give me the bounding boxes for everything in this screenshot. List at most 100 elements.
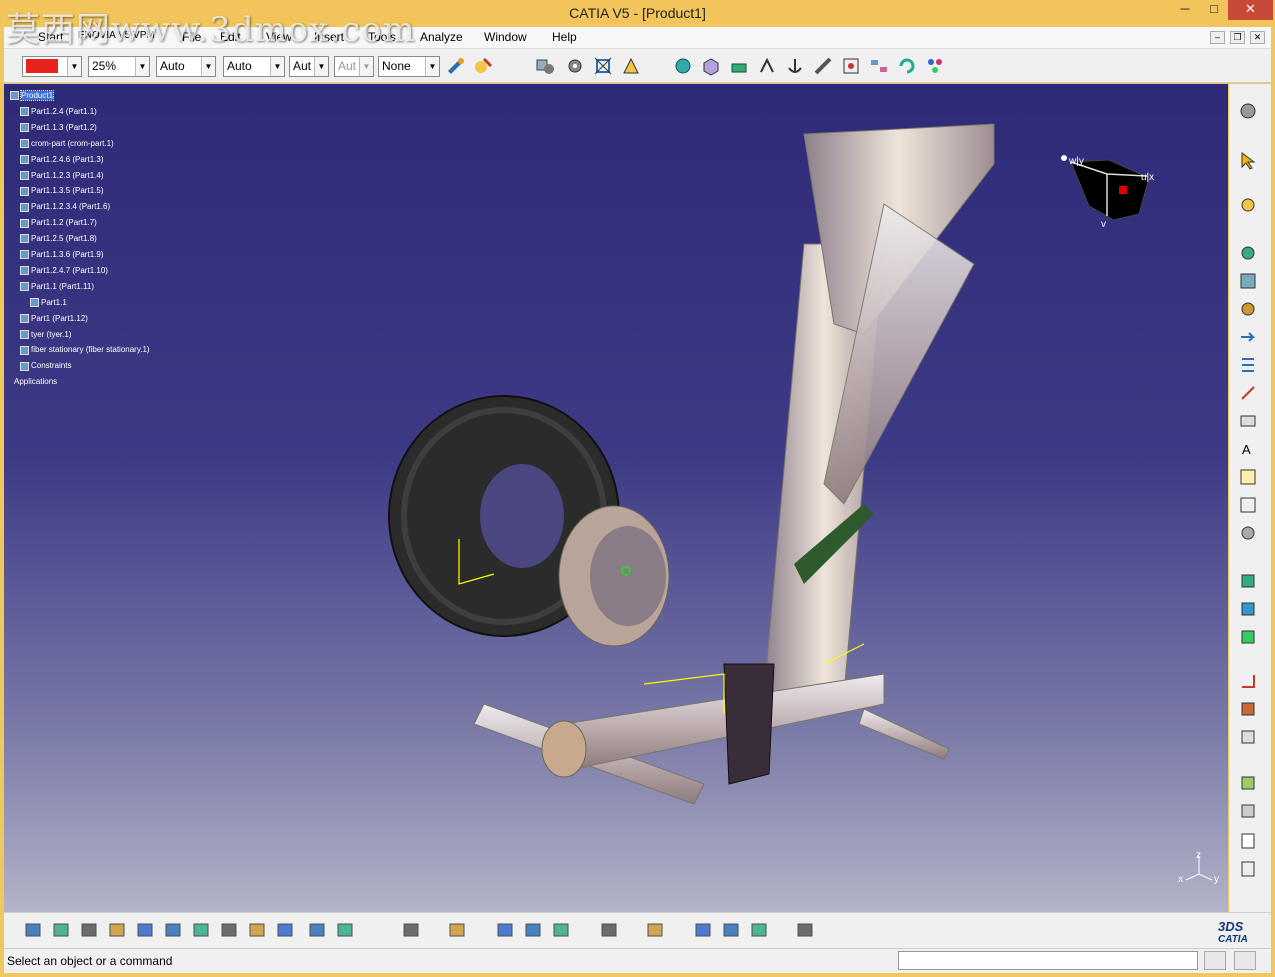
constraint-icon[interactable] <box>672 55 694 77</box>
color-combo[interactable]: ▼ <box>22 56 82 77</box>
coincidence-icon[interactable] <box>1237 570 1259 592</box>
menu-window[interactable]: Window <box>484 30 527 44</box>
mdi-restore-button[interactable]: ❐ <box>1230 31 1245 44</box>
apply-material-icon[interactable] <box>446 919 468 941</box>
fix-together-icon[interactable] <box>1237 726 1259 748</box>
hide-show-icon[interactable] <box>306 919 328 941</box>
shading-icon[interactable] <box>274 919 296 941</box>
menu-insert[interactable]: Insert <box>314 30 344 44</box>
command-input[interactable] <box>898 951 1198 970</box>
tree-node[interactable]: Part1.1.2.3 (Part1.4) <box>20 171 103 183</box>
light-icon[interactable] <box>748 919 770 941</box>
properties-brush-icon[interactable] <box>472 55 494 77</box>
shock-link[interactable] <box>723 663 775 785</box>
fly-mode-icon[interactable] <box>22 919 44 941</box>
tree-node[interactable]: Part1.1.3 (Part1.2) <box>20 123 97 135</box>
scene-tool-icon[interactable] <box>1237 494 1259 516</box>
new-part-icon[interactable] <box>1237 298 1259 320</box>
existing-component-icon[interactable] <box>1237 242 1259 264</box>
close-button[interactable]: ✕ <box>1228 0 1273 20</box>
tree-node[interactable]: Part1.1 <box>30 298 67 310</box>
replace-icon[interactable] <box>1237 326 1259 348</box>
menu-help[interactable]: Help <box>552 30 577 44</box>
tree-node[interactable]: Part1.1.2 (Part1.7) <box>20 218 97 230</box>
measure-icon[interactable] <box>812 55 834 77</box>
sheet-list-icon[interactable] <box>1237 858 1259 880</box>
menu-view[interactable]: View <box>266 30 292 44</box>
grid-icon[interactable] <box>794 919 816 941</box>
anchor-icon[interactable] <box>784 55 806 77</box>
tree-node[interactable]: crom-part (crom-part.1) <box>20 139 114 151</box>
tree-node[interactable]: tyer (tyer.1) <box>20 330 71 342</box>
fit-all-icon[interactable] <box>50 919 72 941</box>
bill-of-material-icon[interactable] <box>1237 466 1259 488</box>
cube-icon[interactable] <box>700 55 722 77</box>
fly-mode-icon[interactable] <box>620 55 642 77</box>
right-axle[interactable] <box>858 708 950 760</box>
landing-gear-model[interactable] <box>4 84 1228 912</box>
scene-icon[interactable] <box>840 55 862 77</box>
contact-icon[interactable] <box>1237 598 1259 620</box>
select-arrow-icon[interactable] <box>1237 150 1259 172</box>
tree-node[interactable]: Part1.2.4.6 (Part1.3) <box>20 155 103 167</box>
menu-analyze[interactable]: Analyze <box>420 30 463 44</box>
tree-node[interactable]: fiber stationary (fiber stationary.1) <box>20 345 150 357</box>
maximize-button[interactable]: □ <box>1199 0 1229 20</box>
measure-between-icon[interactable] <box>494 919 516 941</box>
reorder-icon[interactable] <box>1237 354 1259 376</box>
multi-view-icon[interactable] <box>218 919 240 941</box>
rotate-icon[interactable] <box>106 919 128 941</box>
pan-icon[interactable] <box>78 919 100 941</box>
explode-icon[interactable] <box>868 55 890 77</box>
tree-node[interactable]: Applications <box>14 377 57 389</box>
tree-node[interactable]: Part1.1 (Part1.11) <box>20 282 94 294</box>
text-annotation-icon[interactable]: A <box>1237 438 1259 460</box>
mdi-close-button[interactable]: ✕ <box>1250 31 1265 44</box>
tree-node[interactable]: Part1.1.3.6 (Part1.9) <box>20 250 103 262</box>
measure-item-icon[interactable] <box>522 919 544 941</box>
menu-start[interactable]: Start <box>38 30 63 44</box>
update-all-icon[interactable] <box>1237 772 1259 794</box>
zoom-in-icon[interactable] <box>134 919 156 941</box>
painter-icon[interactable] <box>444 55 466 77</box>
analysis-icon[interactable] <box>644 919 666 941</box>
tree-node[interactable]: Part1.2.5 (Part1.8) <box>20 234 97 246</box>
fit-frame-icon[interactable] <box>592 55 614 77</box>
snap-icon[interactable] <box>728 55 750 77</box>
tree-node[interactable]: Part1.1.3.5 (Part1.5) <box>20 186 103 198</box>
publication-icon[interactable] <box>1237 800 1259 822</box>
minimize-button[interactable]: ─ <box>1170 0 1200 20</box>
iso-view-icon[interactable] <box>246 919 268 941</box>
swap-space-icon[interactable] <box>334 919 356 941</box>
render-style-combo[interactable]: None ▼ <box>378 56 440 77</box>
measure-inertia-icon[interactable] <box>550 919 572 941</box>
sheet-icon[interactable] <box>1237 830 1259 852</box>
product-tool-icon[interactable] <box>534 55 556 77</box>
mdi-minimize-button[interactable]: – <box>1210 31 1225 44</box>
angle-icon[interactable] <box>1237 670 1259 692</box>
workbench-gear-icon[interactable] <box>1237 100 1259 122</box>
render-icon[interactable] <box>720 919 742 941</box>
offset-icon[interactable] <box>1237 626 1259 648</box>
3d-viewport[interactable]: Product1 Part1.2.4 (Part1.1) Part1.1.3 (Pa… <box>4 84 1228 912</box>
zoom-out-icon[interactable] <box>162 919 184 941</box>
catalog-icon[interactable] <box>692 919 714 941</box>
layer-combo[interactable]: Aut ▼ <box>289 56 329 77</box>
numbering-icon[interactable] <box>1237 382 1259 404</box>
capture-icon[interactable] <box>400 919 422 941</box>
fix-icon[interactable] <box>1237 698 1259 720</box>
manipulate-icon[interactable] <box>1237 194 1259 216</box>
command-button[interactable] <box>1204 951 1226 970</box>
transparency-combo[interactable]: 25% ▼ <box>88 56 150 77</box>
tree-node[interactable]: Part1.1.2.3.4 (Part1.6) <box>20 202 110 214</box>
tree-node[interactable]: Constraints <box>20 361 71 373</box>
menu-tools[interactable]: Tools <box>368 30 396 44</box>
thickness-combo[interactable]: Auto ▼ <box>156 56 216 77</box>
command-button-2[interactable] <box>1234 951 1256 970</box>
tree-node[interactable]: Product1 <box>10 90 55 103</box>
gear-icon[interactable] <box>564 55 586 77</box>
new-product-icon[interactable] <box>1237 270 1259 292</box>
spin-icon[interactable] <box>598 919 620 941</box>
tree-node[interactable]: Part1 (Part1.12) <box>20 314 88 326</box>
multi-instantiation-icon[interactable] <box>1237 410 1259 432</box>
